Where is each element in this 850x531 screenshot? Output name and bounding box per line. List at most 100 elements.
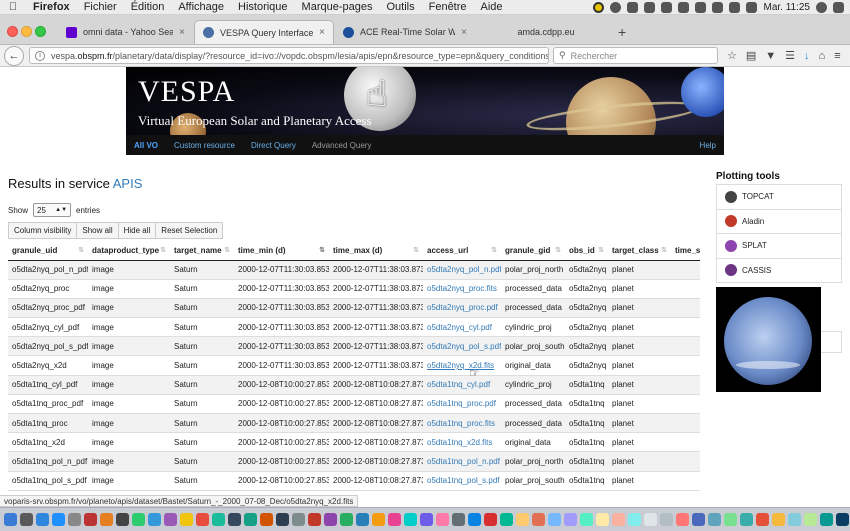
window-zoom-button[interactable] [35, 26, 46, 37]
entries-select[interactable]: 25 ▲▼ [33, 203, 72, 217]
sort-arrows-icon[interactable]: ⇅ [319, 246, 325, 254]
menu-fichier[interactable]: Fichier [77, 1, 124, 13]
table-row[interactable]: o5dta1tnq_pol_n_pdf image Saturn 2000-12-08… [8, 451, 700, 472]
column-visibility-button[interactable]: Column visibility [8, 222, 78, 239]
plot-tool-splat[interactable]: SPLAT [716, 233, 842, 259]
table-row[interactable]: o5dta2nyq_proc_pdf image Saturn 2000-12-07T… [8, 298, 700, 319]
dock-app-icon[interactable] [292, 513, 305, 526]
dock-app-icon[interactable] [740, 513, 753, 526]
dock-app-icon[interactable] [724, 513, 737, 526]
check-icon[interactable] [610, 1, 622, 13]
access-url-link[interactable]: o5dta2nyq_proc.pdf [427, 303, 498, 312]
wifi-icon[interactable] [712, 1, 724, 13]
access-url-link[interactable]: o5dta1tnq_pol_s.pdf [427, 476, 500, 485]
plot-tool-cassis[interactable]: CASSIS [716, 257, 842, 283]
dock-app-icon[interactable] [52, 513, 65, 526]
access-url-link[interactable]: o5dta1tnq_cyl.pdf [427, 380, 490, 389]
clipboard-icon[interactable] [678, 1, 690, 13]
show-all-button[interactable]: Show all [76, 222, 119, 239]
table-row[interactable]: o5dta1tnq_x2d image Saturn 2000-12-08T10:00… [8, 432, 700, 453]
dock-app-icon[interactable] [660, 513, 673, 526]
dock-app-icon[interactable] [612, 513, 625, 526]
column-header-granule-gid[interactable]: granule_gid ⇅ [501, 242, 565, 261]
table-row[interactable]: o5dta2nyq_pol_s_pdf image Saturn 2000-12-07… [8, 336, 700, 357]
dock-app-icon[interactable] [196, 513, 209, 526]
dock-app-icon[interactable] [132, 513, 145, 526]
table-row[interactable]: o5dta1tnq_proc image Saturn 2000-12-08T10:0… [8, 413, 700, 434]
volume-icon[interactable] [729, 1, 741, 13]
access-url-link[interactable]: o5dta1tnq_x2d.fits [427, 438, 492, 447]
dock-app-icon[interactable] [708, 513, 721, 526]
tab-vespa-query[interactable]: VESPA Query Interface × [194, 20, 334, 44]
search-icon[interactable] [816, 1, 827, 13]
reset-selection-button[interactable]: Reset Selection [155, 222, 224, 239]
tab-amda[interactable]: amda.cdpp.eu [476, 20, 616, 44]
dock-app-icon[interactable] [820, 513, 833, 526]
service-link[interactable]: APIS [113, 176, 143, 191]
info-icon[interactable]: i [35, 50, 45, 61]
nav-all-vo[interactable]: All VO [126, 141, 166, 150]
record-icon[interactable] [593, 1, 605, 13]
dock-app-icon[interactable] [84, 513, 97, 526]
column-header-obs-id[interactable]: obs_id ⇅ [565, 242, 608, 261]
home-icon[interactable]: ⌂ [819, 50, 826, 62]
table-row[interactable]: o5dta2nyq_x2d image Saturn 2000-12-07T11:30… [8, 355, 700, 376]
dock-app-icon[interactable] [564, 513, 577, 526]
dock-app-icon[interactable] [116, 513, 129, 526]
sort-arrows-icon[interactable]: ⇅ [78, 246, 84, 254]
library-icon[interactable]: ☰ [785, 49, 795, 62]
table-row[interactable]: o5dta2nyq_proc image Saturn 2000-12-07T11:3… [8, 279, 700, 299]
table-row[interactable]: o5dta2nyq_pol_n_pdf image Saturn 2000-12-07… [8, 260, 700, 280]
nav-advanced-query[interactable]: Advanced Query [304, 141, 380, 150]
access-url-link[interactable]: o5dta2nyq_x2d.fits [427, 361, 494, 370]
tab-yahoo-search[interactable]: omni data - Yahoo Search - × [58, 20, 193, 44]
dock-app-icon[interactable] [532, 513, 545, 526]
vpn-icon[interactable] [627, 1, 639, 13]
access-url-link[interactable]: o5dta2nyq_cyl.pdf [427, 323, 492, 332]
bookmark-star-icon[interactable]: ☆ [727, 49, 737, 62]
dock-app-icon[interactable] [788, 513, 801, 526]
menu-outils[interactable]: Outils [379, 1, 421, 13]
dock-app-icon[interactable] [244, 513, 257, 526]
dock-app-icon[interactable] [436, 513, 449, 526]
new-tab-button[interactable]: + [618, 24, 626, 40]
pocket-icon[interactable]: ▼ [765, 50, 776, 62]
saturn-preview-image[interactable] [716, 287, 821, 392]
access-url-link[interactable]: o5dta1tnq_proc.pdf [427, 399, 496, 408]
dock-app-icon[interactable] [772, 513, 785, 526]
apple-menu-icon[interactable]:  [0, 1, 26, 13]
dock-app-icon[interactable] [484, 513, 497, 526]
table-row[interactable]: o5dta1tnq_cyl_pdf image Saturn 2000-12-08T1… [8, 375, 700, 395]
dock-app-icon[interactable] [20, 513, 33, 526]
dock-app-icon[interactable] [260, 513, 273, 526]
table-row[interactable]: o5dta1tnq_proc_pdf image Saturn 2000-12-08T… [8, 394, 700, 415]
hide-all-button[interactable]: Hide all [117, 222, 157, 239]
dock-app-icon[interactable] [676, 513, 689, 526]
column-header-dataproduct-type[interactable]: dataproduct_type ⇅ [88, 242, 170, 261]
tab-close-icon[interactable]: × [179, 27, 185, 38]
column-header-time-min-d-[interactable]: time_min (d) ⇅ [234, 242, 329, 261]
dock-app-icon[interactable] [164, 513, 177, 526]
menu-fenetre[interactable]: Fenêtre [422, 1, 474, 13]
nav-help[interactable]: Help [700, 141, 724, 150]
dock-app-icon[interactable] [36, 513, 49, 526]
menu-aide[interactable]: Aide [474, 1, 510, 13]
notification-center-icon[interactable] [833, 1, 844, 13]
column-header-target-class[interactable]: target_class ⇅ [608, 242, 671, 261]
dock-app-icon[interactable] [804, 513, 817, 526]
access-url-link[interactable]: o5dta2nyq_pol_n.pdf [427, 265, 501, 274]
column-header-access-url[interactable]: access_url ⇅ [423, 242, 501, 261]
download-icon[interactable]: ↓ [804, 50, 810, 62]
tab-ace-solar-wind[interactable]: ACE Real-Time Solar Wind |... × [335, 20, 475, 44]
dock-app-icon[interactable] [692, 513, 705, 526]
dock-app-icon[interactable] [628, 513, 641, 526]
dock-app-icon[interactable] [276, 513, 289, 526]
dock-app-icon[interactable] [212, 513, 225, 526]
dock-app-icon[interactable] [372, 513, 385, 526]
access-url-link[interactable]: o5dta1tnq_pol_n.pdf [427, 457, 500, 466]
dock-app-icon[interactable] [180, 513, 193, 526]
column-header-granule-uid[interactable]: granule_uid ⇅ [8, 242, 88, 261]
dock-app-icon[interactable] [100, 513, 113, 526]
dock-app-icon[interactable] [580, 513, 593, 526]
sort-arrows-icon[interactable]: ⇅ [555, 246, 561, 254]
